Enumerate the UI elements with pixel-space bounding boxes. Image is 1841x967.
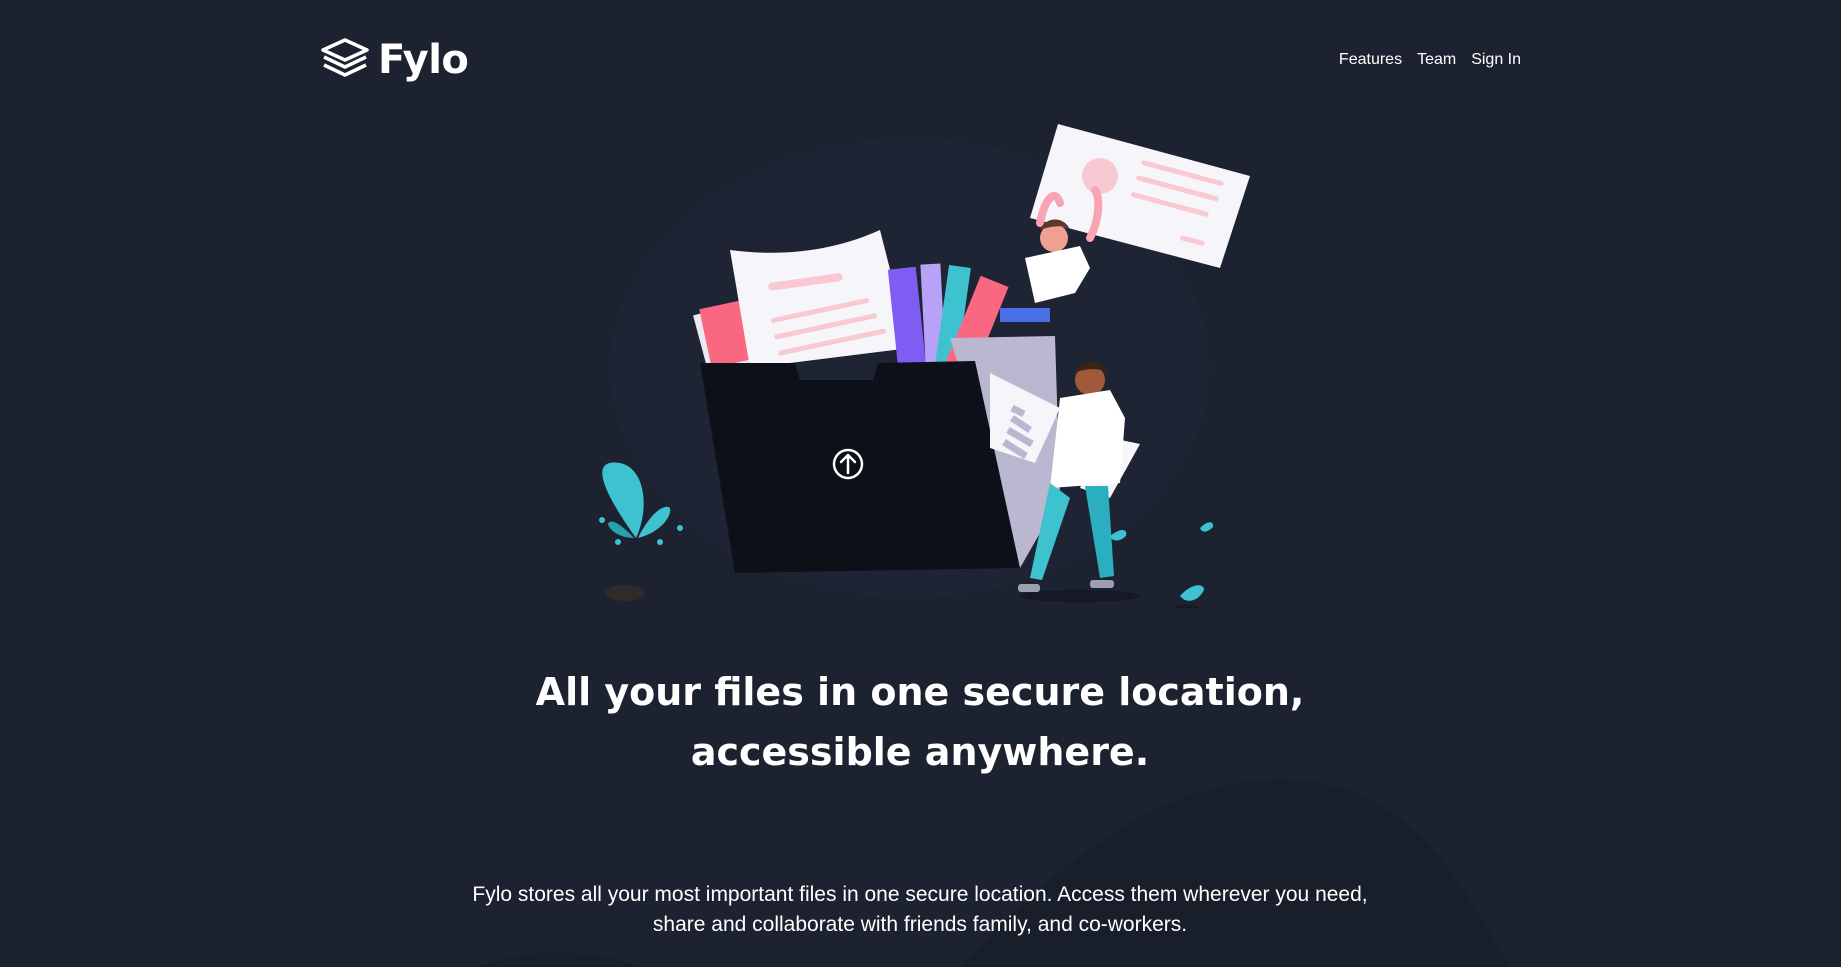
- brand-name: Fylo: [378, 37, 469, 83]
- nav-link-features[interactable]: Features: [1339, 51, 1402, 69]
- brand-logo[interactable]: Fylo: [320, 37, 469, 84]
- hero-illustration: [599, 124, 1250, 608]
- landing-page: Fylo Features Team Sign In All your file…: [0, 0, 1841, 967]
- site-header: Fylo Features Team Sign In: [320, 34, 1521, 86]
- hero-headline: All your files in one secure location, a…: [535, 670, 1305, 774]
- hero-description: Fylo stores all your most important file…: [472, 883, 1368, 936]
- folder-shape: [700, 361, 1020, 573]
- nav-link-team[interactable]: Team: [1417, 51, 1456, 69]
- stacked-layers-icon: [320, 37, 370, 84]
- nav-link-sign-in[interactable]: Sign In: [1471, 51, 1521, 69]
- main-nav: Features Team Sign In: [1339, 51, 1521, 69]
